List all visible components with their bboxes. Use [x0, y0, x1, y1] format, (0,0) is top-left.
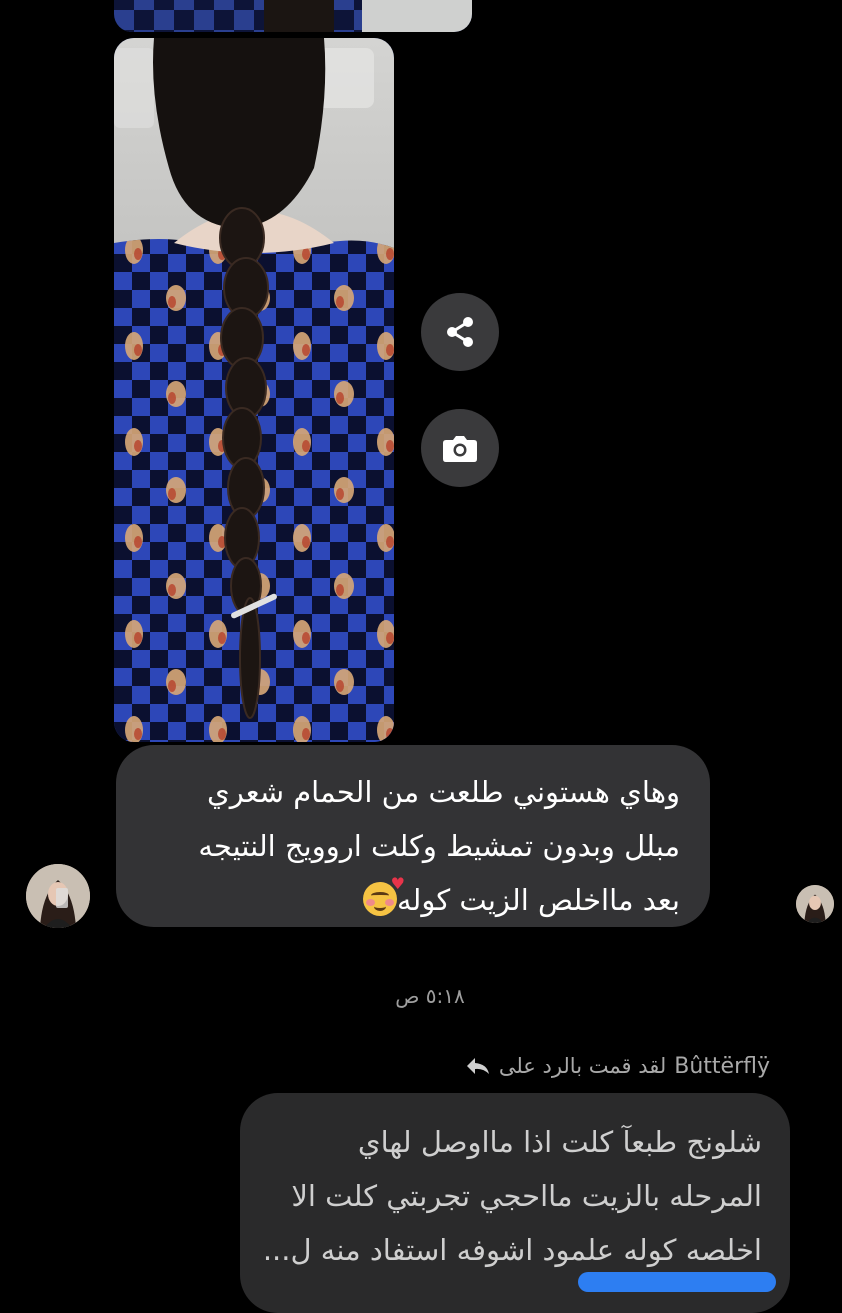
message-line: وهاي هستوني طلعت من الحمام شعري [207, 775, 680, 809]
share-button[interactable] [421, 293, 499, 371]
outgoing-message-bubble-edge[interactable] [578, 1272, 776, 1292]
reply-arrow-icon [466, 1058, 489, 1074]
previous-photo-message[interactable] [114, 0, 472, 32]
message-line: مبلل وبدون تمشيط وكلت اروويج النتيجه [198, 829, 680, 863]
photo-background [362, 0, 472, 32]
photo-image [114, 38, 394, 742]
camera-icon [443, 436, 477, 462]
read-receipt-avatar [796, 885, 834, 923]
message-line: المرحله بالزيت مااحجي تجربتي كلت الا [291, 1179, 762, 1213]
reply-target-name: Bûttërflÿ [674, 1053, 770, 1079]
avatar-image [796, 885, 834, 923]
sender-avatar[interactable] [26, 864, 90, 928]
message-line: بعد مااخلص الزيت كوله ♥ [146, 873, 680, 927]
reply-label-text: لقد قمت بالرد على [498, 1054, 667, 1078]
reply-indicator: Bûttërflÿ لقد قمت بالرد على [440, 1050, 770, 1082]
photo-hair [264, 0, 334, 32]
camera-button[interactable] [421, 409, 499, 487]
share-icon [447, 317, 473, 347]
avatar-image [26, 864, 90, 928]
message-timestamp: ٥:١٨ ص [395, 984, 465, 1008]
photo-message[interactable] [114, 38, 394, 742]
message-line-text: بعد مااخلص الزيت كوله [396, 883, 680, 917]
smiling-face-with-hearts-icon: ♥ [362, 876, 405, 916]
message-line: اخلصه كوله علمود اشوفه استفاد منه ل... [262, 1233, 762, 1267]
message-bubble[interactable]: وهاي هستوني طلعت من الحمام شعري مبلل وبد… [116, 745, 710, 927]
message-line: شلونج طبعآ كلت اذا مااوصل لهاي [357, 1125, 762, 1159]
